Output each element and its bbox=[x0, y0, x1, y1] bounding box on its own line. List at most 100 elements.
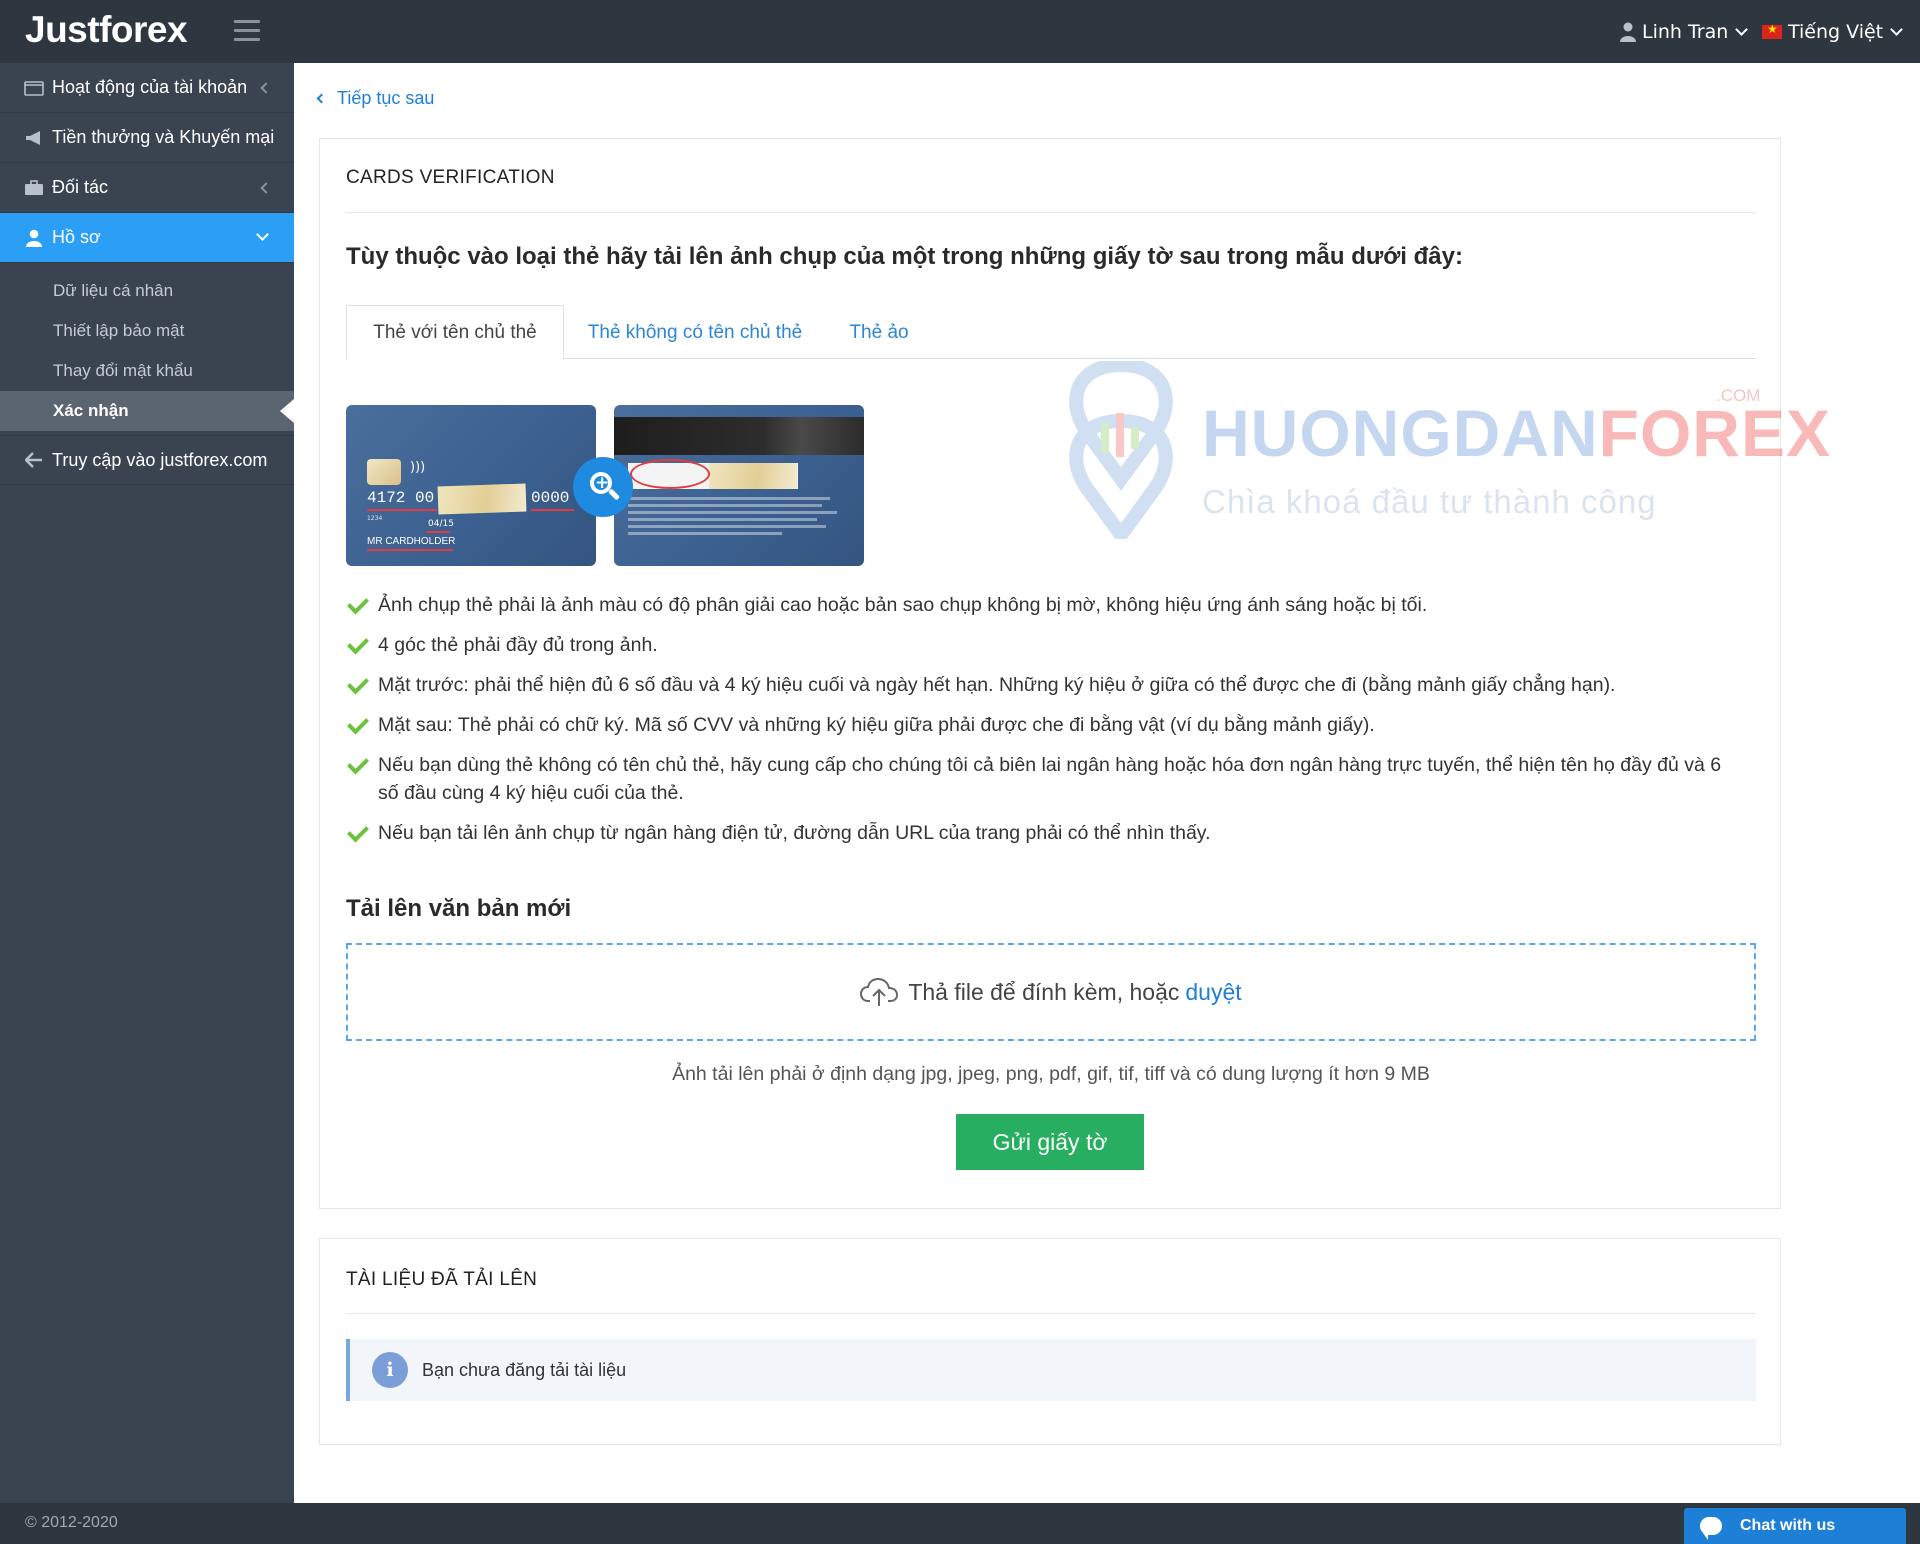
chevron-left-icon bbox=[260, 182, 272, 194]
card-front-sample-image[interactable]: ))) 4172 00 0000 1234 04/15 MR CARDHOLDE… bbox=[346, 405, 596, 566]
sidebar-item-visit-justforex[interactable]: Truy cập vào justforex.com bbox=[0, 435, 294, 485]
arrow-left-icon bbox=[22, 450, 46, 470]
uploaded-documents-panel: TÀI LIỆU ĐÃ TẢI LÊN i Bạn chưa đăng tải … bbox=[319, 1238, 1781, 1445]
magnetic-stripe bbox=[614, 417, 864, 455]
chat-label: Chat with us bbox=[1740, 1517, 1836, 1534]
card-back-fine-print bbox=[628, 497, 848, 539]
vietnam-flag-icon bbox=[1762, 22, 1782, 39]
list-item: Nếu bạn dùng thẻ không có tên chủ thẻ, h… bbox=[346, 751, 1746, 807]
requirements-list: Ảnh chụp thẻ phải là ảnh màu có độ phân … bbox=[346, 591, 1746, 859]
zoom-button[interactable]: + bbox=[573, 457, 633, 517]
card-expiry: 04/15 bbox=[428, 519, 454, 529]
divider bbox=[346, 212, 1756, 213]
user-name: Linh Tran bbox=[1642, 21, 1729, 43]
justforex-logo[interactable]: Justforex bbox=[25, 9, 188, 51]
watermark-dotcom: .COM bbox=[1716, 386, 1761, 405]
language-label: Tiếng Việt bbox=[1788, 21, 1884, 43]
chip-icon bbox=[367, 459, 401, 485]
sidebar-subitem-personal-data[interactable]: Dữ liệu cá nhân bbox=[0, 271, 294, 311]
submit-documents-button[interactable]: Gửi giấy tờ bbox=[956, 1114, 1144, 1170]
huongdanforex-watermark-logo-icon bbox=[1069, 361, 1173, 539]
chat-with-us-button[interactable]: Chat with us bbox=[1684, 1508, 1906, 1544]
cards-verification-panel: CARDS VERIFICATION Tùy thuộc vào loại th… bbox=[319, 138, 1830, 1209]
underline-mark bbox=[531, 509, 574, 511]
sidebar-item-partners[interactable]: Đối tác bbox=[0, 163, 294, 213]
watermark-slogan: Chìa khoá đầu tư thành công bbox=[1202, 483, 1657, 520]
language-menu[interactable]: Tiếng Việt bbox=[1762, 18, 1904, 46]
sidebar-subitem-security-settings[interactable]: Thiết lập bảo mật bbox=[0, 311, 294, 351]
list-item: Nếu bạn tải lên ảnh chụp từ ngân hàng đi… bbox=[346, 819, 1746, 847]
footer: © 2012-2020 Chat with us bbox=[0, 1503, 1920, 1544]
card-back-sample-image[interactable] bbox=[614, 405, 864, 566]
chevron-down-icon bbox=[1890, 23, 1904, 36]
browse-link[interactable]: duyệt bbox=[1185, 979, 1241, 1006]
copyright: © 2012-2020 bbox=[25, 1514, 118, 1531]
list-item: Mặt sau: Thẻ phải có chữ ký. Mã số CVV v… bbox=[346, 711, 1746, 739]
sidebar-item-bonuses[interactable]: Tiền thưởng và Khuyến mại bbox=[0, 113, 294, 163]
sidebar: Hoạt động của tài khoản Tiền thưởng và K… bbox=[0, 63, 294, 1503]
sidebar-subitem-change-password[interactable]: Thay đổi mật khẩu bbox=[0, 351, 294, 391]
tab-card-with-name[interactable]: Thẻ với tên chủ thẻ bbox=[346, 305, 564, 360]
hamburger-menu-icon[interactable] bbox=[234, 20, 260, 41]
card-number-start: 4172 00 bbox=[367, 489, 435, 507]
contactless-icon: ))) bbox=[410, 460, 426, 475]
check-icon bbox=[348, 636, 370, 651]
underline-mark bbox=[367, 549, 453, 551]
briefcase-icon bbox=[22, 178, 46, 198]
check-icon bbox=[348, 756, 370, 771]
chevron-left-icon bbox=[260, 82, 272, 94]
watermark-brand: HUONGDANFOREX bbox=[1202, 396, 1832, 470]
card-small-digits: 1234 bbox=[367, 515, 383, 522]
signature-highlight bbox=[630, 459, 710, 489]
list-item: Mặt trước: phải thể hiện đủ 6 số đầu và … bbox=[346, 671, 1746, 699]
upload-heading: Tải lên văn bản mới bbox=[346, 895, 572, 922]
sidebar-item-account-activity[interactable]: Hoạt động của tài khoản bbox=[0, 63, 294, 113]
check-icon bbox=[348, 716, 370, 731]
empty-state-text: Bạn chưa đăng tải tài liệu bbox=[422, 1359, 627, 1380]
sidebar-item-label: Đối tác bbox=[52, 177, 109, 197]
divider bbox=[346, 1313, 1756, 1314]
dropzone-text: Thả file để đính kèm, hoặc bbox=[908, 978, 1180, 1005]
continue-later-link[interactable]: Tiếp tục sau bbox=[316, 88, 435, 109]
profile-submenu: Dữ liệu cá nhân Thiết lập bảo mật Thay đ… bbox=[0, 263, 294, 435]
check-icon bbox=[348, 596, 370, 611]
tab-card-without-name[interactable]: Thẻ không có tên chủ thẻ bbox=[564, 305, 826, 360]
sidebar-item-label: Hồ sơ bbox=[52, 227, 101, 247]
card-holder: MR CARDHOLDER bbox=[367, 536, 456, 547]
format-hint: Ảnh tải lên phải ở định dạng jpg, jpeg, … bbox=[672, 1063, 1430, 1085]
continue-later-label: Tiếp tục sau bbox=[337, 88, 435, 108]
folder-icon bbox=[22, 78, 46, 98]
list-item: Ảnh chụp thẻ phải là ảnh màu có độ phân … bbox=[346, 591, 1746, 619]
check-icon bbox=[348, 676, 370, 691]
underline-mark bbox=[426, 531, 450, 533]
tab-virtual-card[interactable]: Thẻ ảo bbox=[826, 305, 932, 360]
paper-cover bbox=[709, 463, 797, 489]
paper-cover bbox=[437, 483, 527, 515]
card-type-tabs: Thẻ với tên chủ thẻ Thẻ không có tên chủ… bbox=[346, 305, 1756, 360]
underline-mark bbox=[367, 509, 437, 511]
check-icon bbox=[348, 824, 370, 839]
sidebar-item-label: Tiền thưởng và Khuyến mại bbox=[52, 127, 275, 147]
chat-bubble-icon bbox=[1700, 1517, 1722, 1540]
sidebar-item-label: Truy cập vào justforex.com bbox=[52, 449, 268, 470]
panel-title: TÀI LIỆU ĐÃ TẢI LÊN bbox=[346, 1269, 538, 1290]
sidebar-item-profile[interactable]: Hồ sơ bbox=[0, 213, 294, 263]
user-icon bbox=[1620, 22, 1636, 42]
list-item: 4 góc thẻ phải đầy đủ trong ảnh. bbox=[346, 631, 1746, 659]
chevron-left-icon bbox=[316, 93, 327, 104]
sidebar-item-label: Hoạt động của tài khoản bbox=[52, 77, 248, 97]
user-menu[interactable]: Linh Tran bbox=[1620, 18, 1749, 46]
info-icon: i bbox=[372, 1352, 408, 1388]
chevron-down-icon bbox=[1735, 23, 1749, 36]
sidebar-subitem-verification[interactable]: Xác nhận bbox=[0, 391, 294, 431]
card-number-end: 0000 bbox=[531, 489, 570, 507]
panel-title: CARDS VERIFICATION bbox=[346, 167, 555, 188]
chevron-down-icon bbox=[256, 228, 269, 241]
megaphone-icon bbox=[22, 128, 46, 148]
file-dropzone[interactable]: Thả file để đính kèm, hoặc duyệt bbox=[346, 943, 1756, 1041]
top-bar: Justforex Linh Tran Tiếng Việt bbox=[0, 0, 1920, 63]
cloud-upload-icon bbox=[860, 977, 899, 1006]
user-icon bbox=[22, 228, 46, 248]
instruction-heading: Tùy thuộc vào loại thẻ hãy tải lên ảnh c… bbox=[346, 243, 1463, 270]
empty-state-notice: i Bạn chưa đăng tải tài liệu bbox=[346, 1339, 1756, 1401]
